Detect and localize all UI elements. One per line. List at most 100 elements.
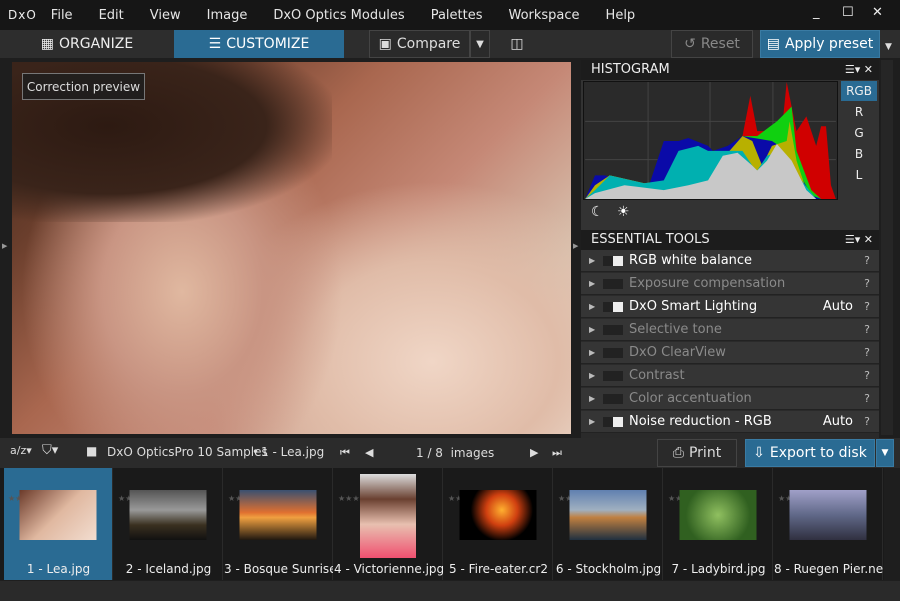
menu-palettes[interactable]: Palettes <box>431 8 483 23</box>
help-icon[interactable]: ? <box>864 415 870 428</box>
filmstrip-item[interactable]: ★★★★★ 5 - Fire-eater.cr2 <box>444 468 553 580</box>
breadcrumb-folder[interactable]: DxO OpticsPro 10 Samples <box>107 445 268 459</box>
tool-toggle[interactable] <box>603 416 623 427</box>
export-button[interactable]: ⇩ Export to disk <box>745 439 875 467</box>
tool-toggle[interactable] <box>603 324 623 335</box>
tool-row[interactable]: ▶ Contrast? <box>581 365 879 387</box>
expand-arrow-icon[interactable]: ▶ <box>589 256 603 265</box>
help-icon[interactable]: ? <box>864 254 870 267</box>
tool-toggle[interactable] <box>603 393 623 404</box>
rating-stars[interactable]: ★★★★★ <box>228 494 264 504</box>
sort-icon[interactable]: a/z▾ <box>10 444 32 457</box>
channel-rgb[interactable]: RGB <box>841 81 877 101</box>
menu-help[interactable]: Help <box>606 8 636 23</box>
last-image-icon[interactable]: ⏭ <box>552 446 562 460</box>
tool-row[interactable]: ▶ Selective tone? <box>581 319 879 341</box>
tool-toggle[interactable] <box>603 347 623 358</box>
tool-toggle[interactable] <box>603 255 623 266</box>
right-panel-scrollbar[interactable] <box>881 60 893 435</box>
rating-stars[interactable]: ★★★★★ <box>668 494 704 504</box>
minimize-button[interactable]: _ <box>813 5 820 20</box>
expand-arrow-icon[interactable]: ▶ <box>589 348 603 357</box>
side-by-side-button[interactable]: ◫ <box>503 30 531 58</box>
next-image-icon[interactable]: ▶ <box>530 446 538 459</box>
rating-stars[interactable]: ★★★★★ <box>778 494 814 504</box>
filmstrip-item[interactable]: ★★★★★ 7 - Ladybird.jpg <box>664 468 773 580</box>
expand-arrow-icon[interactable]: ▶ <box>589 417 603 426</box>
expand-arrow-icon[interactable]: ▶ <box>589 302 603 311</box>
histogram-header: HISTOGRAM ☰▾ ✕ <box>581 60 879 80</box>
reset-button[interactable]: ↺ Reset <box>671 30 753 58</box>
panel-menu-icon[interactable]: ☰▾ ✕ <box>845 60 873 80</box>
rating-stars[interactable]: ★★★★★ <box>448 494 484 504</box>
tab-organize[interactable]: ▦ ORGANIZE <box>0 30 174 58</box>
tool-row[interactable]: ▶ DxO Smart Lighting Auto? <box>581 296 879 318</box>
close-button[interactable]: ✕ <box>872 5 883 20</box>
thumbnail-label: 2 - Iceland.jpg <box>125 562 212 576</box>
export-dropdown[interactable]: ▼ <box>876 439 894 467</box>
menu-optics-modules[interactable]: DxO Optics Modules <box>273 8 404 23</box>
expand-arrow-icon[interactable]: ▶ <box>589 371 603 380</box>
apply-preset-button[interactable]: ▤ Apply preset <box>760 30 880 58</box>
help-icon[interactable]: ? <box>864 277 870 290</box>
left-panel-toggle-icon[interactable]: ▶ <box>2 242 7 250</box>
first-image-icon[interactable]: ⏮ <box>340 446 350 460</box>
tool-toggle[interactable] <box>603 370 623 381</box>
filmstrip-item[interactable]: ★★★★★ 3 - Bosque Sunrise.... <box>224 468 333 580</box>
menu-image[interactable]: Image <box>207 8 248 23</box>
tool-toggle[interactable] <box>603 301 623 312</box>
rating-stars[interactable]: ★★★★★ <box>558 494 594 504</box>
rating-stars[interactable]: ★★★★★ <box>118 494 154 504</box>
filmstrip-scrollbar[interactable] <box>0 581 900 601</box>
thumbnail-label: 1 - Lea.jpg <box>26 562 91 576</box>
help-icon[interactable]: ? <box>864 346 870 359</box>
help-icon[interactable]: ? <box>864 300 870 313</box>
maximize-button[interactable]: ☐ <box>842 5 854 20</box>
expand-arrow-icon[interactable]: ▶ <box>589 394 603 403</box>
filmstrip-item[interactable]: ★★★★★ 8 - Ruegen Pier.nef <box>774 468 883 580</box>
channel-l[interactable]: L <box>841 165 877 185</box>
correction-preview-button[interactable]: Correction preview <box>22 73 145 100</box>
channel-g[interactable]: G <box>841 123 877 143</box>
filmstrip-item[interactable]: ★★★★★ 2 - Iceland.jpg <box>114 468 223 580</box>
tool-row[interactable]: ▶ Exposure compensation? <box>581 273 879 295</box>
print-button[interactable]: ⎙ Print <box>657 439 737 467</box>
tool-row[interactable]: ▶ Color accentuation? <box>581 388 879 410</box>
tool-row[interactable]: ▶ RGB white balance? <box>581 250 879 272</box>
compare-dropdown[interactable]: ▼ <box>470 30 490 58</box>
compare-button[interactable]: ▣ Compare <box>369 30 470 58</box>
preset-icon: ▤ <box>766 36 780 52</box>
filter-icon[interactable]: ⛉▾ <box>42 443 58 458</box>
filmstrip-item[interactable]: ★★★★★ 1 - Lea.jpg <box>4 468 113 580</box>
tab-customize[interactable]: ☰ CUSTOMIZE <box>174 30 344 58</box>
toolbar-overflow-icon[interactable]: ▼ <box>885 42 892 52</box>
menu-edit[interactable]: Edit <box>99 8 124 23</box>
help-icon[interactable]: ? <box>864 369 870 382</box>
shadow-clipping-moon-icon[interactable]: ☾ <box>591 204 604 220</box>
help-icon[interactable]: ? <box>864 323 870 336</box>
expand-arrow-icon[interactable]: ▶ <box>589 279 603 288</box>
panel-menu-icon[interactable]: ☰▾ ✕ <box>845 230 873 250</box>
tool-row[interactable]: ▶ Noise reduction - RGB Auto? <box>581 411 879 433</box>
menu-view[interactable]: View <box>150 8 181 23</box>
expand-arrow-icon[interactable]: ▶ <box>589 325 603 334</box>
highlight-clipping-sun-icon[interactable]: ☀ <box>617 204 630 220</box>
tool-label: Contrast <box>629 368 685 383</box>
image-viewer[interactable] <box>12 62 571 434</box>
folder-icon: ■ <box>86 444 98 458</box>
thumbnail-image <box>360 474 416 558</box>
tool-row[interactable]: ▶ DxO ClearView? <box>581 342 879 364</box>
filmstrip-item[interactable]: ★★★★★ 4 - Victorienne.jpg <box>334 468 443 580</box>
rating-stars[interactable]: ★★★★★ <box>338 494 374 504</box>
previous-image-icon[interactable]: ◀ <box>365 446 373 459</box>
right-panel-toggle-icon[interactable]: ▶ <box>573 242 578 250</box>
rating-stars[interactable]: ★★★★★ <box>8 494 44 504</box>
menu-workspace[interactable]: Workspace <box>508 8 579 23</box>
channel-r[interactable]: R <box>841 102 877 122</box>
channel-b[interactable]: B <box>841 144 877 164</box>
tool-toggle[interactable] <box>603 278 623 289</box>
menu-file[interactable]: File <box>51 8 73 23</box>
side-by-side-icon: ◫ <box>510 36 524 52</box>
help-icon[interactable]: ? <box>864 392 870 405</box>
filmstrip-item[interactable]: ★★★★★ 6 - Stockholm.jpg <box>554 468 663 580</box>
